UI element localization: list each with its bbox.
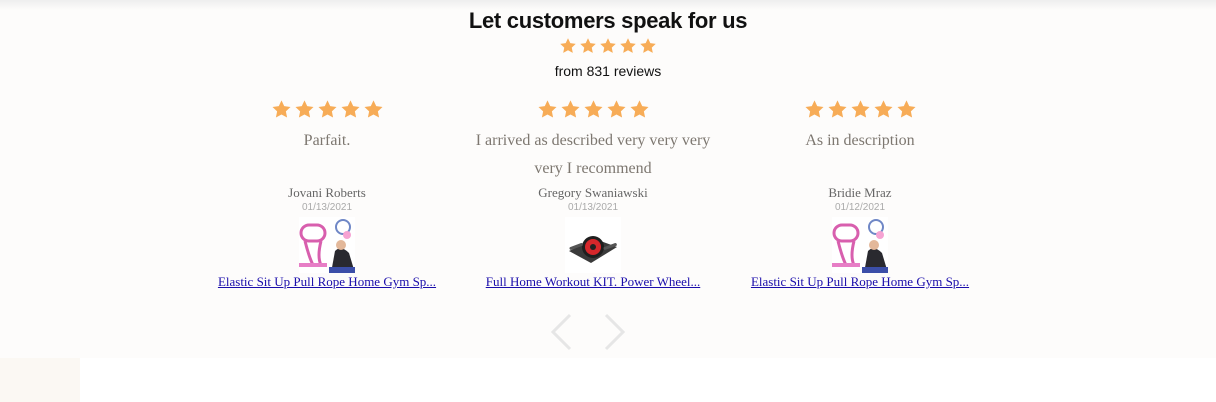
star-icon: [583, 99, 604, 120]
review-author: Bridie Mraz: [828, 185, 892, 200]
star-icon: [639, 37, 657, 55]
star-icon: [560, 99, 581, 120]
product-link[interactable]: Elastic Sit Up Pull Rope Home Gym Sp...: [749, 273, 971, 291]
star-icon: [606, 99, 627, 120]
star-icon: [827, 99, 848, 120]
review-card: As in description Bridie Mraz 01/12/2021…: [735, 99, 985, 291]
review-card: Parfait. Jovani Roberts 01/13/2021 Elast…: [202, 99, 452, 291]
product-link[interactable]: Elastic Sit Up Pull Rope Home Gym Sp...: [216, 273, 438, 291]
review-card: I arrived as described very very very ve…: [468, 99, 718, 291]
star-icon: [340, 99, 361, 120]
review-author: Jovani Roberts: [288, 185, 366, 200]
star-icon: [317, 99, 338, 120]
star-icon: [619, 37, 637, 55]
review-count: from 831 reviews: [554, 63, 662, 79]
star-icon: [804, 99, 825, 120]
review-rating-stars: [271, 99, 384, 120]
product-thumbnail[interactable]: [832, 217, 888, 273]
review-date: 01/13/2021: [567, 202, 619, 213]
review-author: Gregory Swaniawski: [538, 185, 648, 200]
chevron-right-icon[interactable]: [604, 313, 626, 351]
review-rating-stars: [804, 99, 917, 120]
overall-rating-stars: [559, 37, 657, 55]
star-icon: [850, 99, 871, 120]
star-icon: [537, 99, 558, 120]
star-icon: [599, 37, 617, 55]
review-date: 01/13/2021: [301, 202, 353, 213]
review-text: As in description: [805, 132, 915, 149]
review-text: Parfait.: [303, 132, 351, 149]
star-icon: [559, 37, 577, 55]
product-thumbnail[interactable]: [299, 217, 355, 273]
product-thumbnail[interactable]: [565, 217, 621, 273]
star-icon: [629, 99, 650, 120]
reviews-header: Let customers speak for us from 831 revi…: [0, 6, 1216, 80]
review-rating-stars: [537, 99, 650, 120]
page-footer-strip: [80, 358, 1216, 402]
star-icon: [896, 99, 917, 120]
page-footer-corner: [0, 358, 80, 402]
star-icon: [363, 99, 384, 120]
star-icon: [294, 99, 315, 120]
review-date: 01/12/2021: [834, 202, 886, 213]
chevron-left-icon[interactable]: [550, 313, 572, 351]
review-text: I arrived as described very very very ve…: [475, 132, 711, 177]
section-title: Let customers speak for us: [468, 8, 748, 33]
star-icon: [271, 99, 292, 120]
product-link[interactable]: Full Home Workout KIT. Power Wheel...: [482, 273, 704, 291]
star-icon: [579, 37, 597, 55]
star-icon: [873, 99, 894, 120]
